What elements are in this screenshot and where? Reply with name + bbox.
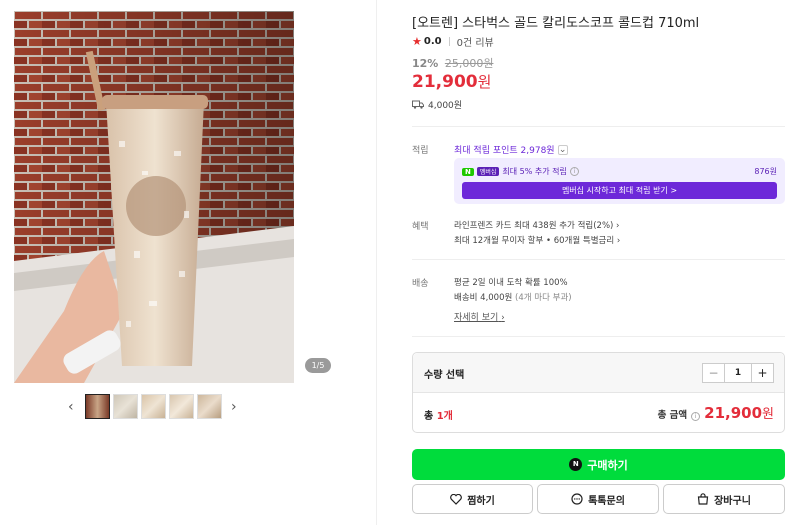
increase-button[interactable]: +: [751, 363, 774, 383]
price-unit: 원: [477, 73, 492, 91]
delivery-fee-note: (4개 마다 부과): [515, 293, 572, 303]
delivery-fee-row: 배송비 4,000원 (4개 마다 부과): [454, 291, 572, 303]
thumbnail[interactable]: [113, 394, 138, 419]
cart-button[interactable]: 장바구니: [663, 484, 785, 514]
membership-start-button[interactable]: 멤버십 시작하고 최대 적립 받기 >: [462, 182, 777, 199]
truck-icon: [412, 100, 424, 109]
wish-button[interactable]: 찜하기: [412, 484, 533, 514]
discount-row: 12% 25,000원: [412, 55, 493, 71]
chevron-left-icon[interactable]: ‹: [68, 400, 74, 414]
sale-price: 21,900원: [412, 71, 491, 92]
info-icon[interactable]: i: [691, 412, 701, 421]
installment-benefit-link[interactable]: 최대 12개월 무이자 할부 • 60개월 특별금리 ›: [454, 234, 620, 246]
decrease-button[interactable]: −: [702, 363, 725, 383]
installment-benefit-text: 최대 12개월 무이자 할부 • 60개월 특별금리: [454, 236, 615, 246]
quantity-stepper: − 1 +: [702, 363, 774, 383]
chevron-right-icon[interactable]: ›: [231, 400, 237, 414]
talk-inquiry-button[interactable]: 톡톡문의: [537, 484, 659, 514]
thumbnail[interactable]: [169, 394, 194, 419]
thumbnail[interactable]: [85, 394, 110, 419]
buy-button[interactable]: N 구매하기: [412, 449, 785, 480]
image-counter: 1/5: [305, 358, 331, 373]
membership-points-box: N 멤버십 최대 5% 추가 적립 i 876원 멤버십 시작하고 최대 적립 …: [454, 158, 785, 204]
heart-icon: [450, 493, 463, 505]
delivery-more-link[interactable]: 자세히 보기 ›: [454, 310, 505, 323]
wish-button-label: 찜하기: [467, 495, 495, 507]
divider: [412, 126, 785, 127]
total-count: 총 1개: [424, 407, 453, 422]
product-title: [오트렌] 스타벅스 골드 칼리도스코프 콜드컵 710ml: [412, 16, 700, 31]
delivery-probability: 평균 2일 이내 도착 확률 100%: [454, 278, 568, 288]
delivery-fee: 배송비 4,000원: [454, 293, 513, 303]
chevron-right-icon: ›: [616, 221, 620, 231]
star-icon: ★: [412, 35, 422, 48]
discount-rate: 12%: [412, 57, 439, 70]
talk-inquiry-label: 톡톡문의: [588, 495, 625, 507]
membership-extra-text: 최대 5% 추가 적립: [502, 167, 567, 176]
divider: [412, 259, 785, 260]
cart-button-label: 장바구니: [714, 495, 751, 507]
total-amount: 총 금액 i 21,900원: [658, 403, 774, 422]
chat-bubble-icon: [571, 493, 583, 505]
product-main-image[interactable]: [14, 11, 294, 383]
shopping-bag-icon: [697, 493, 709, 505]
card-benefit-text: 라인프렌즈 카드 최대 438원 추가 적립(2%): [454, 221, 614, 231]
column-divider: [376, 0, 377, 525]
total-amount-unit: 원: [762, 407, 774, 422]
chevron-right-icon: ›: [501, 313, 505, 323]
shipping-fee-row: 4,000원: [412, 98, 462, 111]
thumbnail[interactable]: [197, 394, 222, 419]
chevron-down-icon: ⌄: [557, 144, 568, 155]
review-count-link[interactable]: 0건 리뷰: [457, 34, 494, 49]
thumbnail-strip: [85, 394, 222, 419]
max-points-text: 최대 적립 포인트 2,978원: [454, 146, 555, 156]
total-amount-label: 총 금액: [657, 410, 688, 421]
benefit-label: 혜택: [412, 222, 429, 232]
delivery-more-text: 자세히 보기: [454, 313, 499, 323]
card-benefit-link[interactable]: 라인프렌즈 카드 최대 438원 추가 적립(2%) ›: [454, 219, 619, 231]
quantity-label: 수량 선택: [424, 370, 465, 381]
rating-row: ★ 0.0 0건 리뷰: [412, 34, 494, 49]
price-value: 21,900: [412, 72, 478, 92]
shipping-fee: 4,000원: [428, 101, 463, 111]
original-price: 25,000원: [444, 57, 494, 70]
membership-extra-amount: 876원: [754, 167, 777, 176]
total-count-value: 1개: [436, 411, 453, 422]
delivery-label: 배송: [412, 279, 429, 289]
buy-button-label: 구매하기: [587, 458, 628, 472]
divider: [412, 336, 785, 337]
total-count-prefix: 총: [424, 411, 434, 422]
membership-badge: 멤버십: [476, 167, 500, 176]
membership-extra-row: N 멤버십 최대 5% 추가 적립 i: [462, 166, 579, 177]
naver-pay-icon: N: [569, 458, 583, 471]
npay-badge: N: [462, 167, 474, 176]
total-amount-value: 21,900: [704, 404, 763, 422]
chevron-right-icon: ›: [616, 236, 621, 246]
max-points-toggle[interactable]: 최대 적립 포인트 2,978원 ⌄: [454, 143, 568, 156]
points-label: 적립: [412, 146, 429, 156]
quantity-input[interactable]: 1: [725, 363, 751, 383]
quantity-panel: 수량 선택 − 1 + 총 1개 총 금액 i 21,900원: [412, 352, 785, 433]
info-icon[interactable]: i: [569, 167, 579, 176]
thumbnail[interactable]: [141, 394, 166, 419]
divider: [448, 37, 450, 46]
rating-score: 0.0: [423, 36, 442, 47]
